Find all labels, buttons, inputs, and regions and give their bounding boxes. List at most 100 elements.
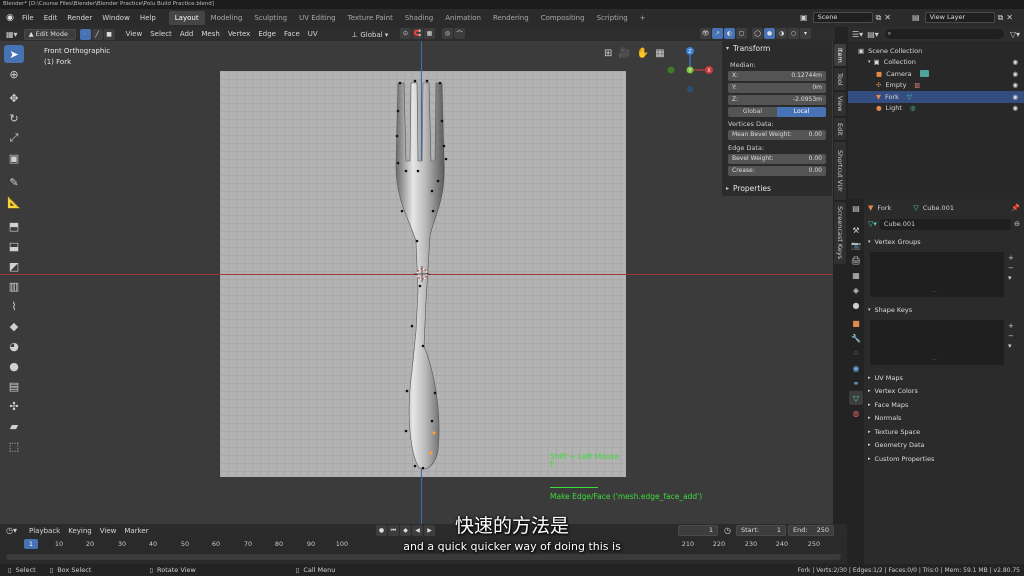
- shrink-fatten-tool-icon[interactable]: ✣: [4, 397, 24, 415]
- constraints-props-icon[interactable]: ⚭: [849, 376, 863, 390]
- copy-icon[interactable]: ⧉: [876, 13, 882, 23]
- measure-tool-icon[interactable]: 📐: [4, 193, 24, 211]
- fake-user-icon[interactable]: ⊖: [1014, 220, 1020, 228]
- transform-tool-icon[interactable]: ▣: [4, 149, 24, 167]
- custom-properties-header[interactable]: ▸ Custom Properties: [868, 453, 1020, 466]
- menu-uv[interactable]: UV: [304, 27, 322, 41]
- transform-header[interactable]: ▾ Transform: [726, 44, 770, 53]
- view-object-types-icon[interactable]: 👁: [700, 28, 711, 39]
- filter-icon[interactable]: ▽▾: [1010, 30, 1020, 39]
- tab-uv-editing[interactable]: UV Editing: [293, 11, 342, 25]
- add-icon[interactable]: +: [1008, 321, 1014, 331]
- view-layer-selector[interactable]: ▤ View Layer ⧉ ✕: [912, 12, 1013, 23]
- scene-selector[interactable]: ▣ Scene ⧉ ✕: [800, 12, 891, 23]
- vertex-select-icon[interactable]: ·: [79, 28, 91, 40]
- scale-tool-icon[interactable]: ⤢: [4, 129, 24, 147]
- particles-props-icon[interactable]: ⁘: [849, 346, 863, 360]
- shading-material-icon[interactable]: ◑: [776, 28, 787, 39]
- properties-header[interactable]: ▸ Properties: [726, 184, 771, 193]
- overlay-toggle-icon[interactable]: ◐: [724, 28, 735, 39]
- close-icon[interactable]: ✕: [884, 13, 891, 22]
- add-icon[interactable]: +: [1008, 253, 1014, 263]
- shading-wireframe-icon[interactable]: ◯: [752, 28, 763, 39]
- chevron-down-icon[interactable]: ▾: [1008, 341, 1014, 351]
- inset-tool-icon[interactable]: ⬓: [4, 237, 24, 255]
- close-icon[interactable]: ✕: [1006, 13, 1013, 22]
- tab-tool[interactable]: Tool: [834, 68, 846, 90]
- eye-icon[interactable]: ◉: [1012, 58, 1018, 66]
- tab-layout[interactable]: Layout: [168, 11, 205, 25]
- zoom-icon[interactable]: ⊞: [604, 48, 612, 59]
- median-z-field[interactable]: Z: -2.0953m: [728, 95, 826, 105]
- bevel-weight-field[interactable]: Bevel Weight: 0.00: [728, 154, 826, 164]
- spin-tool-icon[interactable]: ◕: [4, 337, 24, 355]
- proportional-edit-icon[interactable]: ◎: [442, 28, 453, 39]
- tab-scripting[interactable]: Scripting: [591, 11, 634, 25]
- mode-dropdown[interactable]: ▲ Edit Mode: [23, 28, 76, 40]
- resize-handle-icon[interactable]: ⋯: [932, 357, 937, 363]
- menu-render[interactable]: Render: [62, 9, 97, 27]
- knife-tool-icon[interactable]: ⌇: [4, 297, 24, 315]
- chevron-down-icon[interactable]: ▾: [1008, 273, 1014, 283]
- menu-view[interactable]: View: [122, 27, 147, 41]
- transform-orientation[interactable]: ⟂ Global ▾: [352, 28, 388, 42]
- outliner-row-camera[interactable]: ■ Camera ◉: [848, 68, 1024, 80]
- snap-target-icon[interactable]: ▦: [424, 28, 435, 39]
- crease-field[interactable]: Crease: 0.00: [728, 166, 826, 176]
- geometry-data-header[interactable]: ▸ Geometry Data: [868, 439, 1020, 452]
- outliner-editor-icon[interactable]: ☰▾: [852, 30, 863, 39]
- shape-keys-list[interactable]: ⋯: [870, 320, 1004, 365]
- tab-view[interactable]: View: [834, 92, 846, 116]
- loop-cut-tool-icon[interactable]: ▥: [4, 277, 24, 295]
- remove-icon[interactable]: −: [1008, 263, 1014, 273]
- tab-texture-paint[interactable]: Texture Paint: [342, 11, 399, 25]
- edge-select-icon[interactable]: ╱: [91, 28, 103, 40]
- eye-icon[interactable]: ◉: [1012, 81, 1018, 89]
- tab-modeling[interactable]: Modeling: [205, 11, 249, 25]
- menu-face[interactable]: Face: [280, 27, 304, 41]
- menu-edge[interactable]: Edge: [254, 27, 280, 41]
- shading-options-icon[interactable]: ▾: [800, 28, 811, 39]
- render-props-icon[interactable]: 📷: [849, 238, 863, 252]
- gizmo-toggle-icon[interactable]: ↗: [712, 28, 723, 39]
- tab-animation[interactable]: Animation: [439, 11, 487, 25]
- camera-view-icon[interactable]: 🎥: [618, 48, 630, 59]
- global-button[interactable]: Global: [728, 107, 777, 117]
- scene-name-field[interactable]: Scene: [812, 12, 873, 23]
- mesh-data-props-icon[interactable]: ▽: [849, 391, 863, 405]
- tab-rendering[interactable]: Rendering: [487, 11, 535, 25]
- tab-item[interactable]: Item: [834, 44, 846, 66]
- face-select-icon[interactable]: ■: [103, 28, 115, 40]
- shear-tool-icon[interactable]: ▰: [4, 417, 24, 435]
- outliner-row-fork[interactable]: ▼ Fork ▽ ◉: [848, 91, 1024, 103]
- xray-toggle-icon[interactable]: ▢: [736, 28, 747, 39]
- outliner-row-scene-collection[interactable]: ▣ Scene Collection: [848, 45, 1024, 57]
- vertex-groups-list[interactable]: ⋯: [870, 252, 1004, 297]
- select-tool-icon[interactable]: ➤: [4, 45, 24, 63]
- editor-type-icon[interactable]: ▤: [849, 201, 863, 215]
- edge-slide-tool-icon[interactable]: ▤: [4, 377, 24, 395]
- move-tool-icon[interactable]: ✥: [4, 89, 24, 107]
- modifier-props-icon[interactable]: 🔧: [849, 331, 863, 345]
- eye-icon[interactable]: ◉: [1012, 93, 1018, 101]
- menu-edit[interactable]: Edit: [39, 9, 63, 27]
- copy-icon[interactable]: ⧉: [998, 13, 1004, 23]
- tab-shading[interactable]: Shading: [399, 11, 439, 25]
- menu-mesh[interactable]: Mesh: [197, 27, 223, 41]
- outliner-search-input[interactable]: ⌕: [884, 29, 1004, 39]
- remove-icon[interactable]: −: [1008, 331, 1014, 341]
- timeline-scrollbar[interactable]: [6, 554, 841, 560]
- pin-icon[interactable]: 📌: [1011, 204, 1020, 212]
- outliner-row-empty[interactable]: ✣ Empty ▨ ◉: [848, 80, 1024, 92]
- output-props-icon[interactable]: 🖨: [849, 253, 863, 267]
- poly-build-tool-icon[interactable]: ◆: [4, 317, 24, 335]
- shape-keys-header[interactable]: ▾ Shape Keys: [868, 303, 1020, 316]
- menu-file[interactable]: File: [17, 9, 39, 27]
- vertex-colors-header[interactable]: ▸ Vertex Colors: [868, 385, 1020, 398]
- rotate-tool-icon[interactable]: ↻: [4, 109, 24, 127]
- scene-props-icon[interactable]: ◈: [849, 283, 863, 297]
- tab-shortcut-vur[interactable]: Shortcut VUr: [834, 142, 846, 200]
- snap-icon[interactable]: 🧲: [412, 28, 423, 39]
- shading-solid-icon[interactable]: ●: [764, 28, 775, 39]
- falloff-icon[interactable]: ⌒: [454, 28, 465, 39]
